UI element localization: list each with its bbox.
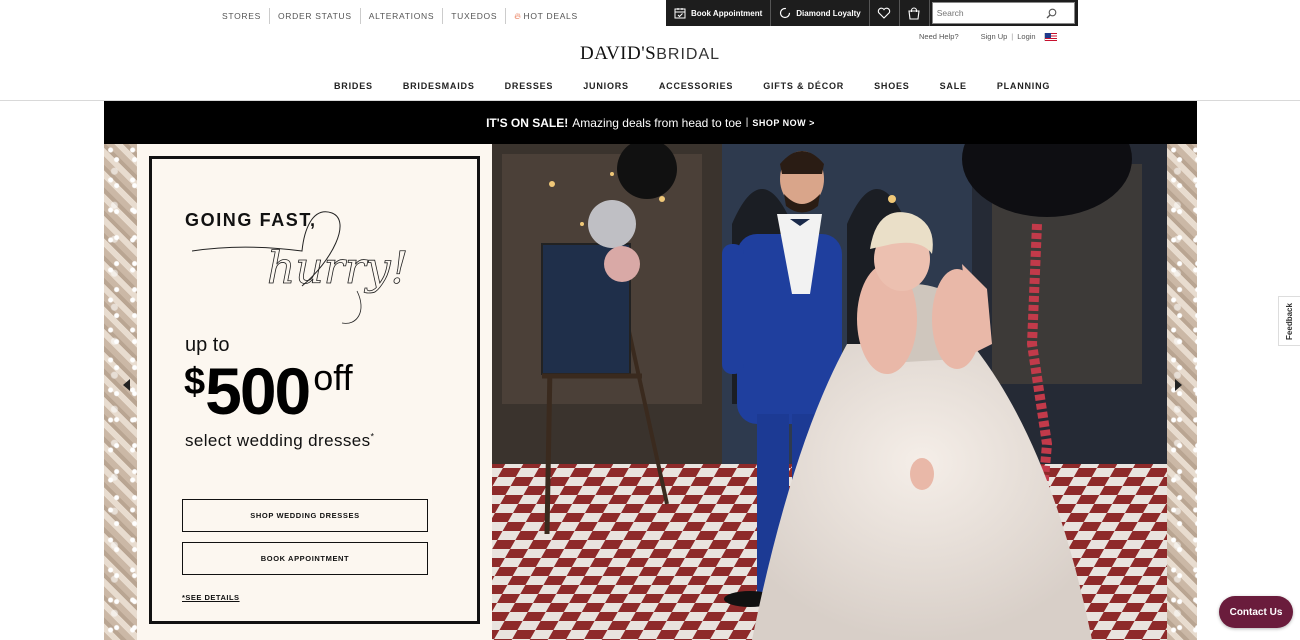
account-separator: | (1011, 32, 1014, 41)
feedback-label: Feedback (1285, 302, 1294, 340)
select-dresses-text: select wedding dresses* (185, 431, 374, 451)
carousel-next-arrow[interactable] (1169, 374, 1187, 396)
need-help-link[interactable]: Need Help? (919, 32, 959, 41)
sale-promo-bar[interactable]: IT'S ON SALE! Amazing deals from head to… (104, 101, 1197, 144)
sign-up-link[interactable]: Sign Up (981, 32, 1008, 41)
nav-brides[interactable]: BRIDES (319, 79, 388, 93)
book-appointment-label: Book Appointment (691, 8, 763, 18)
feedback-tab[interactable]: Feedback (1278, 296, 1300, 346)
book-appointment-hero-button[interactable]: BOOK APPOINTMENT (182, 542, 428, 575)
utility-links: STORES ORDER STATUS ALTERATIONS TUXEDOS … (214, 8, 586, 24)
search-input[interactable] (932, 8, 1043, 18)
calendar-icon (674, 8, 686, 19)
carousel-prev-arrow[interactable] (118, 374, 136, 396)
price-amount: 500 (205, 354, 311, 428)
alterations-link[interactable]: ALTERATIONS (361, 8, 444, 24)
price-off: off (313, 357, 353, 398)
see-details-link[interactable]: *SEE DETAILS (182, 593, 240, 602)
stores-link[interactable]: STORES (214, 8, 270, 24)
diamond-loyalty-label: Diamond Loyalty (796, 8, 861, 18)
contact-us-button[interactable]: Contact Us (1219, 596, 1293, 628)
nav-dresses[interactable]: DRESSES (490, 79, 569, 93)
book-appointment-button[interactable]: Book Appointment (666, 0, 772, 26)
shop-now-link[interactable]: SHOP NOW > (752, 118, 815, 128)
promo-headline: IT'S ON SALE! (486, 115, 569, 130)
action-bar: Book Appointment Diamond Loyalty (666, 0, 1078, 26)
main-nav: BRIDES BRIDESMAIDS DRESSES JUNIORS ACCES… (319, 79, 1065, 93)
hot-deals-link[interactable]: 🔥︎ HOT DEALS (506, 8, 586, 24)
loyalty-ring-icon (780, 7, 791, 19)
promo-divider: | (745, 117, 749, 128)
nav-accessories[interactable]: ACCESSORIES (644, 79, 748, 93)
select-dresses-asterisk: * (370, 431, 375, 442)
hurry-script-text: hurry! (192, 211, 409, 324)
flame-icon: 🔥︎ (514, 11, 522, 21)
hero-couple-photo[interactable] (492, 144, 1167, 640)
hot-deals-label: HOT DEALS (523, 11, 578, 21)
chevron-left-icon (123, 379, 130, 391)
nav-shoes[interactable]: SHOES (859, 79, 925, 93)
shop-wedding-dresses-button[interactable]: SHOP WEDDING DRESSES (182, 499, 428, 532)
nav-bridesmaids[interactable]: BRIDESMAIDS (388, 79, 490, 93)
tuxedos-link[interactable]: TUXEDOS (443, 8, 507, 24)
promo-text: Amazing deals from head to toe (572, 115, 742, 130)
discount-price: $ 500 off (184, 355, 353, 427)
logo-suffix: BRIDAL (656, 46, 721, 63)
nav-planning[interactable]: PLANNING (982, 79, 1065, 93)
hero-carousel: GOING FAST, hurry! up to $ 500 off selec… (104, 144, 1197, 640)
nav-sale[interactable]: SALE (925, 79, 982, 93)
magnifier-icon[interactable] (1043, 8, 1061, 19)
promo-card-frame: GOING FAST, hurry! up to $ 500 off selec… (149, 156, 480, 624)
diamond-loyalty-button[interactable]: Diamond Loyalty (771, 0, 870, 26)
account-row: Need Help? Sign Up | Login (919, 32, 1057, 41)
promo-card: GOING FAST, hurry! up to $ 500 off selec… (137, 144, 492, 640)
heart-icon (878, 7, 891, 19)
wishlist-button[interactable] (870, 0, 900, 26)
login-link[interactable]: Login (1017, 32, 1035, 41)
select-dresses-label: select wedding dresses (185, 431, 371, 450)
nav-juniors[interactable]: JUNIORS (568, 79, 644, 93)
logo-brand: DAVID'S (579, 43, 657, 64)
chevron-right-icon (1175, 379, 1182, 391)
hurry-text: hurry! (267, 243, 408, 294)
search-box (931, 2, 1075, 24)
order-status-link[interactable]: ORDER STATUS (270, 8, 361, 24)
shopping-bag-icon (908, 6, 920, 20)
price-currency: $ (184, 361, 206, 403)
nav-gifts-decor[interactable]: GIFTS & DÉCOR (748, 79, 859, 93)
us-flag-icon[interactable] (1043, 32, 1057, 41)
shopping-bag-button[interactable] (900, 0, 930, 26)
brand-logo[interactable]: DAVID'SBRIDAL (0, 43, 1300, 65)
